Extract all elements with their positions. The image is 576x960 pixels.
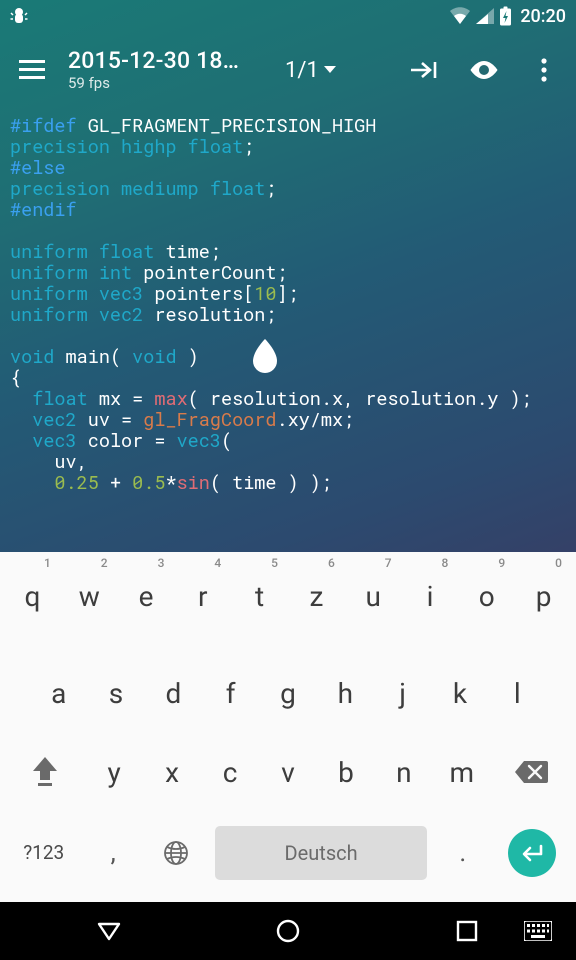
language-key[interactable] (143, 812, 209, 894)
key-f[interactable]: f (202, 655, 259, 734)
key-r[interactable]: r (174, 576, 231, 655)
key-t[interactable]: t (231, 576, 288, 655)
status-time: 20:20 (520, 6, 566, 27)
key-b[interactable]: b (317, 733, 375, 812)
soft-keyboard: 1234567890 qwertzuiop asdfghjkl yxcvbnm … (0, 552, 576, 902)
hint-0: 0 (515, 556, 572, 576)
page-counter: 1/1 (285, 58, 319, 83)
ime-switch-button[interactable] (514, 907, 562, 955)
number-hint-row: 1234567890 (0, 552, 576, 576)
app-bar: 2015-12-30 18… 59 fps 1/1 (0, 32, 576, 108)
hint-3: 3 (118, 556, 175, 576)
hint-2: 2 (61, 556, 118, 576)
period-key[interactable]: . (433, 812, 493, 894)
key-x[interactable]: x (143, 733, 201, 812)
status-bar: 20:20 (0, 0, 576, 32)
code-editor[interactable]: #ifdef GL_FRAGMENT_PRECISION_HIGHprecisi… (0, 108, 576, 552)
key-v[interactable]: v (259, 733, 317, 812)
key-d[interactable]: d (145, 655, 202, 734)
back-button[interactable] (85, 907, 133, 955)
key-a[interactable]: a (30, 655, 87, 734)
key-l[interactable]: l (489, 655, 546, 734)
key-s[interactable]: s (87, 655, 144, 734)
key-k[interactable]: k (431, 655, 488, 734)
key-c[interactable]: c (201, 733, 259, 812)
key-y[interactable]: y (85, 733, 143, 812)
android-debug-icon (10, 6, 28, 26)
hint-6: 6 (288, 556, 345, 576)
key-j[interactable]: j (374, 655, 431, 734)
hint-5: 5 (231, 556, 288, 576)
wifi-icon (449, 7, 471, 25)
hint-7: 7 (345, 556, 402, 576)
title-block[interactable]: 2015-12-30 18… 59 fps (68, 48, 273, 92)
key-row-4: ?123 , Deutsch . (0, 812, 576, 902)
document-title: 2015-12-30 18… (68, 48, 269, 74)
cell-signal-icon (475, 7, 495, 25)
key-p[interactable]: p (515, 576, 572, 655)
key-z[interactable]: z (288, 576, 345, 655)
fps-subtitle: 59 fps (68, 75, 269, 92)
text-cursor-handle[interactable] (251, 339, 279, 377)
key-m[interactable]: m (433, 733, 491, 812)
key-i[interactable]: i (402, 576, 459, 655)
symbols-key[interactable]: ?123 (4, 812, 83, 894)
hint-4: 4 (174, 556, 231, 576)
visibility-button[interactable] (460, 46, 508, 94)
chevron-down-icon (323, 65, 337, 75)
key-row-1: qwertzuiop (0, 576, 576, 655)
page-counter-dropdown[interactable]: 1/1 (285, 58, 337, 83)
recents-button[interactable] (443, 907, 491, 955)
battery-charging-icon (499, 6, 512, 26)
comma-key[interactable]: , (83, 812, 143, 894)
key-g[interactable]: g (259, 655, 316, 734)
overflow-menu-button[interactable] (520, 46, 568, 94)
key-row-2: asdfghjkl (0, 655, 576, 734)
key-w[interactable]: w (61, 576, 118, 655)
hint-9: 9 (458, 556, 515, 576)
hint-8: 8 (402, 556, 459, 576)
enter-key[interactable] (493, 812, 572, 894)
key-u[interactable]: u (345, 576, 402, 655)
home-button[interactable] (264, 907, 312, 955)
key-e[interactable]: e (118, 576, 175, 655)
key-q[interactable]: q (4, 576, 61, 655)
key-o[interactable]: o (458, 576, 515, 655)
hint-1: 1 (4, 556, 61, 576)
tab-end-button[interactable] (400, 46, 448, 94)
menu-button[interactable] (8, 46, 56, 94)
key-row-3: yxcvbnm (0, 733, 576, 812)
shift-key[interactable] (4, 733, 85, 812)
spacebar[interactable]: Deutsch (215, 826, 427, 880)
key-h[interactable]: h (317, 655, 374, 734)
key-n[interactable]: n (375, 733, 433, 812)
navigation-bar (0, 902, 576, 960)
backspace-key[interactable] (491, 733, 572, 812)
